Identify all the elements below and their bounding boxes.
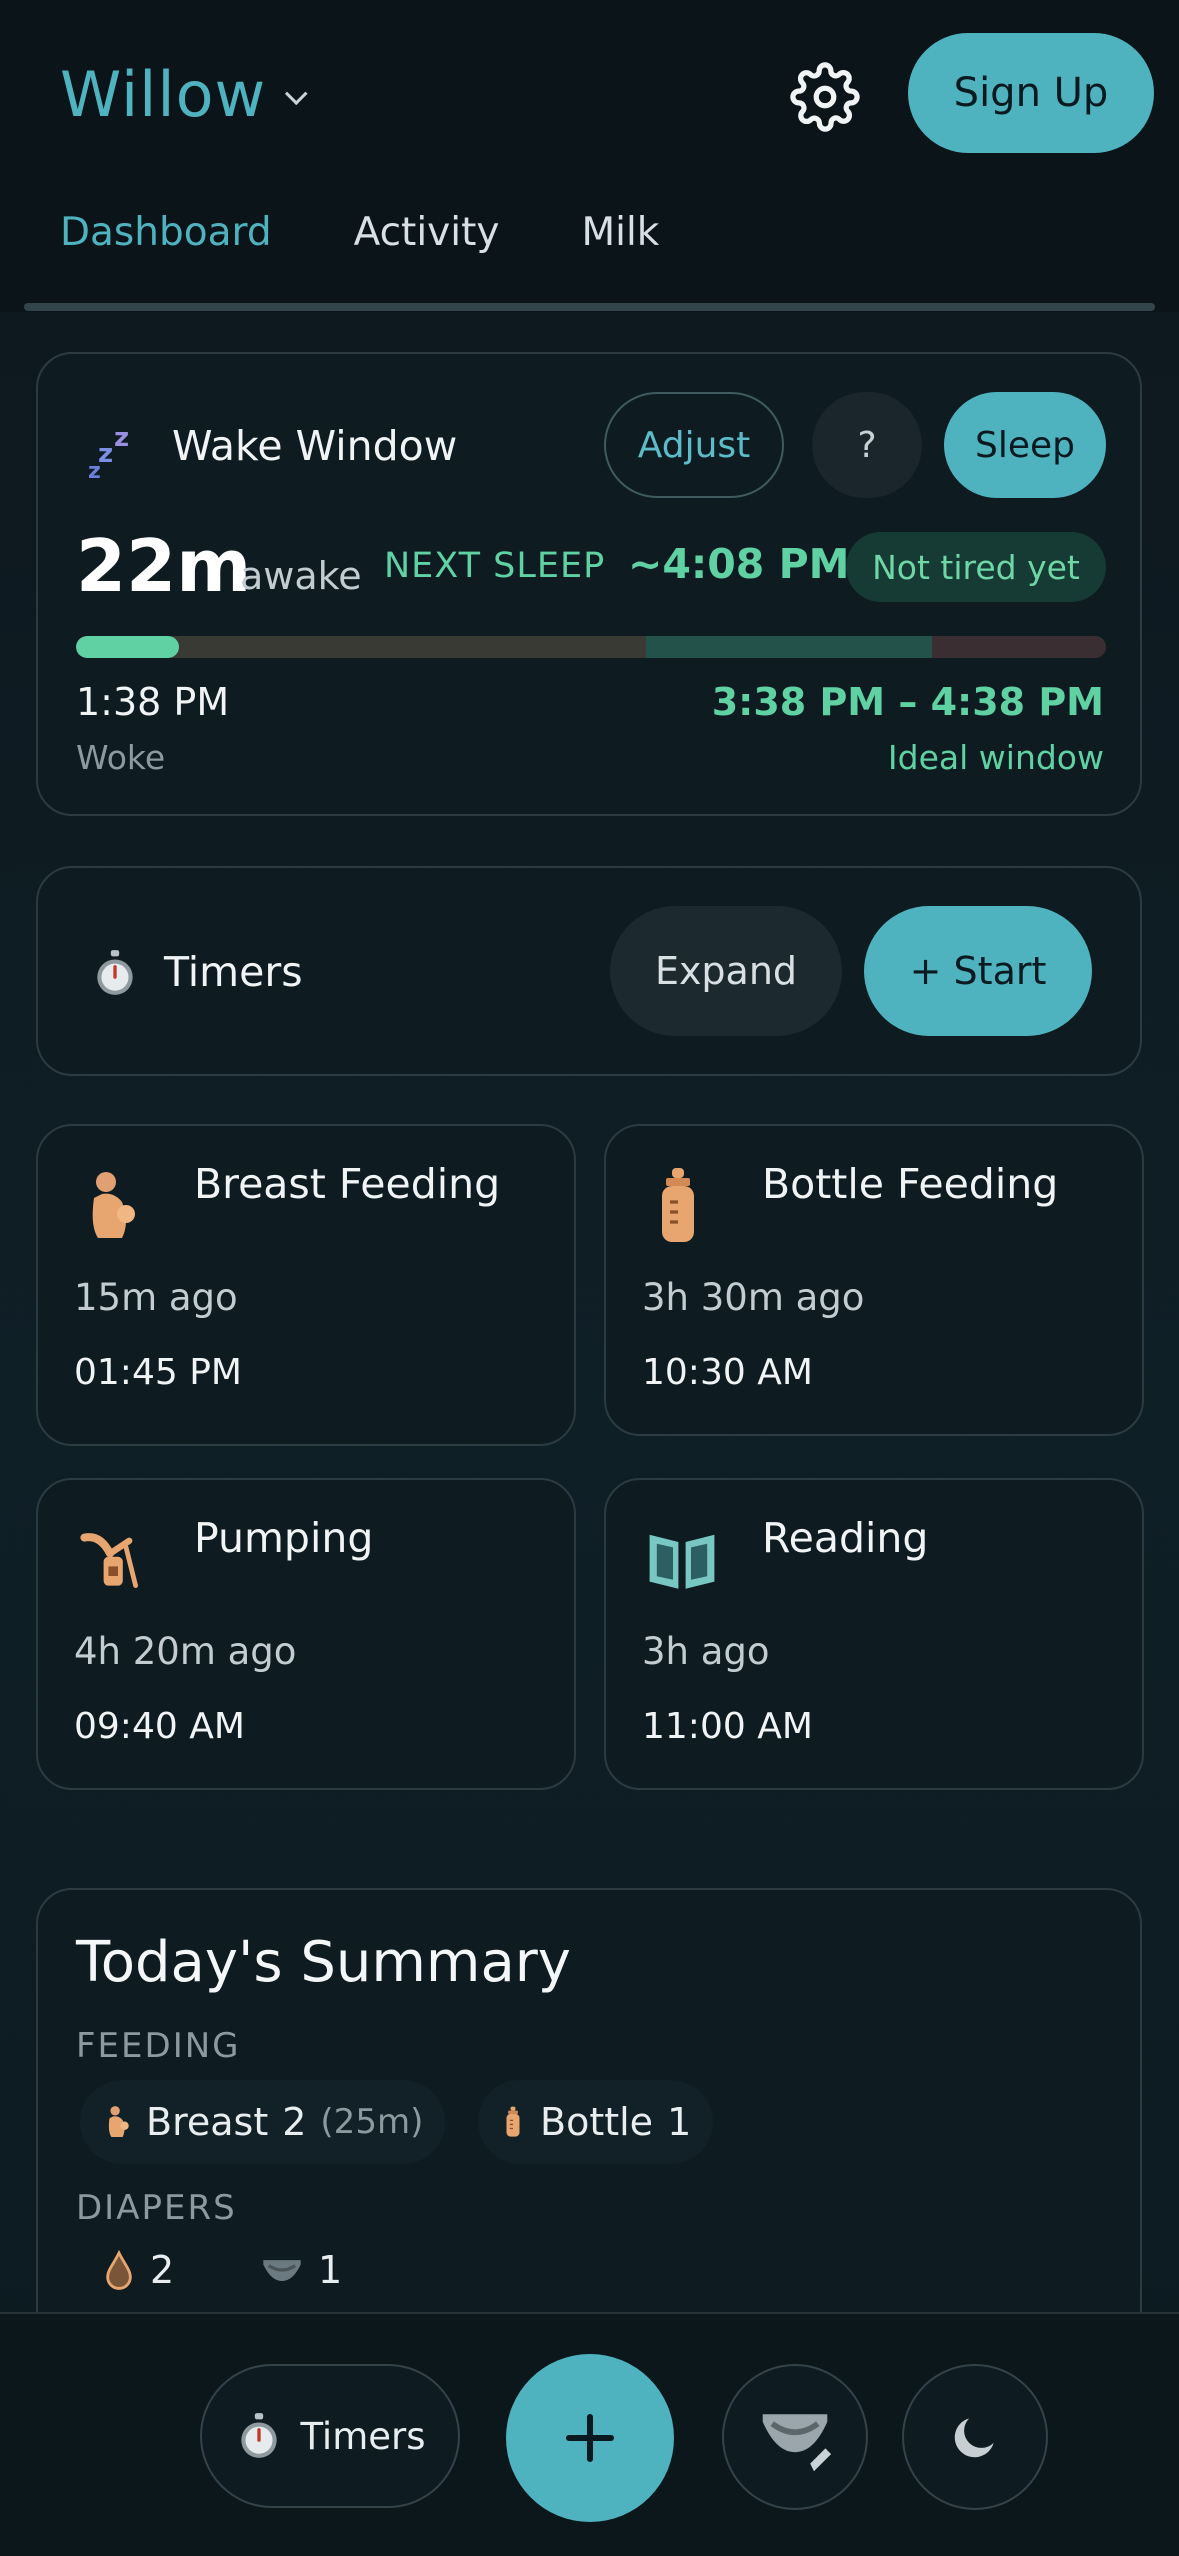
awake-duration: 22m bbox=[76, 524, 252, 608]
pump-icon bbox=[80, 1533, 138, 1588]
moon-icon bbox=[954, 2418, 994, 2458]
summary-title: Today's Summary bbox=[76, 1930, 571, 1995]
dirty-diaper-count: 1 bbox=[318, 2248, 343, 2292]
ideal-window-segment bbox=[646, 636, 932, 658]
status-badge: Not tired yet bbox=[846, 532, 1106, 602]
start-timer-button[interactable]: + Start bbox=[864, 906, 1092, 1036]
sleep-button[interactable]: Sleep bbox=[944, 392, 1106, 498]
baby-selector[interactable]: Willow bbox=[60, 58, 308, 131]
timers-nav-button[interactable]: Timers bbox=[200, 2364, 460, 2508]
droplet-icon bbox=[106, 2250, 132, 2290]
chevron-down-icon bbox=[285, 81, 308, 105]
timers-nav-label: Timers bbox=[300, 2414, 426, 2458]
sleep-zzz-icon: z z z bbox=[88, 423, 129, 482]
diapers-section-label: DIAPERS bbox=[76, 2188, 237, 2228]
bottle-label: Bottle bbox=[540, 2100, 654, 2144]
breast-duration: (25m) bbox=[320, 2102, 424, 2142]
awake-label: awake bbox=[240, 554, 362, 598]
overtired-segment bbox=[932, 636, 1106, 658]
activity-ago: 4h 20m ago bbox=[74, 1630, 297, 1673]
adjust-button[interactable]: Adjust bbox=[604, 392, 784, 498]
gear-icon[interactable] bbox=[790, 62, 860, 132]
tab-divider bbox=[24, 303, 1155, 311]
bottle-icon bbox=[506, 2106, 520, 2137]
activity-time: 11:00 AM bbox=[642, 1706, 813, 1747]
activity-time: 09:40 AM bbox=[74, 1706, 245, 1747]
wake-progress-fill bbox=[76, 636, 179, 658]
diaper-edit-icon bbox=[762, 2414, 832, 2472]
feeding-section-label: FEEDING bbox=[76, 2026, 241, 2066]
wet-diaper-chip: 2 bbox=[80, 2228, 196, 2312]
tab-milk[interactable]: Milk bbox=[581, 210, 659, 255]
stopwatch-icon bbox=[241, 2413, 278, 2458]
plus-icon bbox=[565, 2413, 615, 2463]
breastfeeding-icon bbox=[92, 1172, 135, 1238]
bottle-summary-chip: Bottle 1 bbox=[478, 2080, 714, 2164]
breast-count: 2 bbox=[282, 2100, 307, 2144]
book-icon bbox=[649, 1534, 715, 1589]
app-header: Willow Sign Up Dashboard Activity Milk bbox=[0, 0, 1179, 312]
bottle-icon bbox=[662, 1168, 694, 1242]
svg-text:z: z bbox=[88, 459, 101, 482]
tab-activity[interactable]: Activity bbox=[354, 210, 500, 255]
diaper-log-button[interactable] bbox=[722, 2364, 868, 2510]
wake-window-card: z z z Wake Window Adjust ? Sleep 22m awa… bbox=[36, 352, 1142, 816]
sleep-mode-button[interactable] bbox=[902, 2364, 1048, 2510]
diaper-icon bbox=[263, 2260, 301, 2281]
activity-time: 10:30 AM bbox=[642, 1352, 813, 1393]
ideal-window-label: Ideal window bbox=[887, 738, 1104, 777]
activity-card-breast-feeding[interactable]: Breast Feeding 15m ago 01:45 PM bbox=[36, 1124, 576, 1446]
breastfeeding-icon bbox=[108, 2106, 129, 2137]
wake-progress-bar bbox=[76, 636, 1106, 658]
timers-card: Timers Expand + Start bbox=[36, 866, 1142, 1076]
activity-title: Reading bbox=[762, 1514, 929, 1562]
activity-title: Bottle Feeding bbox=[762, 1160, 1059, 1208]
activity-ago: 3h ago bbox=[642, 1630, 770, 1673]
dirty-diaper-chip: 1 bbox=[238, 2228, 364, 2312]
wet-diaper-count: 2 bbox=[150, 2248, 175, 2292]
breast-label: Breast bbox=[146, 2100, 269, 2144]
timers-title: Timers bbox=[164, 948, 303, 996]
activity-time: 01:45 PM bbox=[74, 1352, 242, 1393]
tab-bar: Dashboard Activity Milk bbox=[60, 210, 659, 255]
ideal-window-range: 3:38 PM – 4:38 PM bbox=[711, 680, 1104, 724]
bottle-count: 1 bbox=[667, 2100, 692, 2144]
expand-button[interactable]: Expand bbox=[610, 906, 842, 1036]
activity-card-bottle-feeding[interactable]: Bottle Feeding 3h 30m ago 10:30 AM bbox=[604, 1124, 1144, 1436]
activity-ago: 15m ago bbox=[74, 1276, 238, 1319]
activity-title: Pumping bbox=[194, 1514, 374, 1562]
svg-text:z: z bbox=[114, 423, 129, 453]
breast-summary-chip: Breast 2 (25m) bbox=[80, 2080, 446, 2164]
next-sleep-time: ~4:08 PM bbox=[628, 540, 850, 588]
wake-window-title: Wake Window bbox=[172, 422, 458, 470]
activity-card-pumping[interactable]: Pumping 4h 20m ago 09:40 AM bbox=[36, 1478, 576, 1790]
stopwatch-icon bbox=[97, 950, 133, 995]
woke-label: Woke bbox=[76, 738, 166, 777]
app-name: Willow bbox=[60, 58, 267, 131]
woke-time: 1:38 PM bbox=[76, 680, 230, 724]
activity-ago: 3h 30m ago bbox=[642, 1276, 865, 1319]
next-sleep-label: NEXT SLEEP bbox=[384, 546, 606, 586]
sign-up-button[interactable]: Sign Up bbox=[908, 33, 1154, 153]
bottom-action-bar: Timers bbox=[0, 2312, 1179, 2556]
help-button[interactable]: ? bbox=[812, 392, 922, 498]
activity-title: Breast Feeding bbox=[194, 1160, 501, 1208]
add-entry-button[interactable] bbox=[506, 2354, 674, 2522]
activity-card-reading[interactable]: Reading 3h ago 11:00 AM bbox=[604, 1478, 1144, 1790]
tab-dashboard[interactable]: Dashboard bbox=[60, 210, 272, 255]
